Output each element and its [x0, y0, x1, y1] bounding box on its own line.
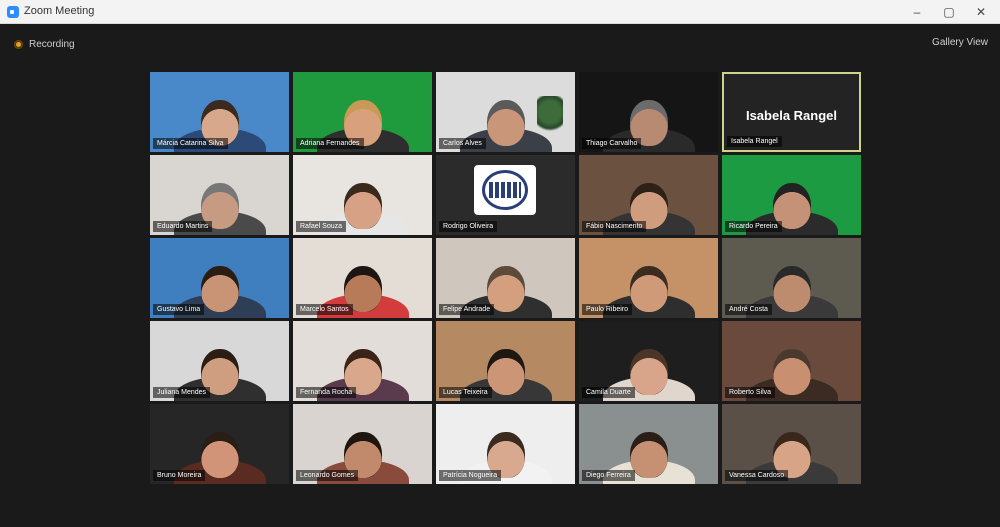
recording-indicator[interactable]: Recording	[14, 37, 75, 51]
participant-video-tile[interactable]: Márcia Catarina Silva	[150, 72, 289, 152]
participant-video-tile[interactable]: Diego Ferreira	[579, 404, 718, 484]
participant-name-label: Patrícia Nogueira	[439, 470, 502, 481]
participant-video-tile[interactable]: Fernanda Rocha	[293, 321, 432, 401]
participant-video-tile[interactable]: Thiago Carvalho	[579, 72, 718, 152]
participant-name-label: Ricardo Pereira	[725, 221, 782, 232]
participant-face	[486, 349, 525, 395]
minimize-button[interactable]: –	[904, 3, 930, 21]
participant-name-label: Rodrigo Oliveira	[439, 221, 498, 232]
participant-name-label: André Costa	[725, 304, 772, 315]
maximize-button[interactable]: ▢	[936, 3, 962, 21]
participant-name-label: Roberto Silva	[725, 387, 776, 398]
video-gallery-grid: Márcia Catarina Silva Adriana Fernandes Ca…	[150, 72, 865, 484]
participant-video-tile[interactable]: Paulo Ribeiro	[579, 238, 718, 318]
participant-video-tile[interactable]: Roberto Silva	[722, 321, 861, 401]
participant-name-label: Gustavo Lima	[153, 304, 205, 315]
participant-video-tile[interactable]: Felipe Andrade	[436, 238, 575, 318]
participant-video-tile[interactable]: Rodrigo Oliveira	[436, 155, 575, 235]
participant-video-tile[interactable]: Vanessa Cardoso	[722, 404, 861, 484]
participant-name-label: Rafael Souza	[296, 221, 347, 232]
participant-face	[772, 349, 811, 395]
participant-name-label: Márcia Catarina Silva	[153, 138, 228, 149]
participant-face	[629, 432, 668, 478]
participant-video-tile[interactable]: Leonardo Gomes	[293, 404, 432, 484]
participant-name-label: Isabela Rangel	[727, 136, 782, 147]
recording-label: Recording	[29, 38, 75, 50]
recording-icon	[14, 39, 23, 49]
participant-face	[772, 266, 811, 312]
participant-video-tile[interactable]: Eduardo Martins	[150, 155, 289, 235]
close-button[interactable]: ✕	[968, 3, 994, 21]
participant-face	[200, 432, 239, 478]
participant-video-tile[interactable]: Isabela Rangel Isabela Rangel	[722, 72, 861, 152]
participant-video-tile[interactable]: Adriana Fernandes	[293, 72, 432, 152]
participant-video-tile[interactable]: Marcelo Santos	[293, 238, 432, 318]
participant-video-tile[interactable]: André Costa	[722, 238, 861, 318]
participant-name-label: Paulo Ribeiro	[582, 304, 633, 315]
gallery-view-button[interactable]: Gallery View	[932, 37, 988, 48]
participant-video-tile[interactable]: Fábio Nascimento	[579, 155, 718, 235]
participant-video-tile[interactable]: Bruno Moreira	[150, 404, 289, 484]
participant-name-label: Fábio Nascimento	[582, 221, 647, 232]
participant-name-label: Camila Duarte	[582, 387, 635, 398]
plant-background	[537, 96, 563, 136]
participant-face	[629, 349, 668, 395]
window-title: Zoom Meeting	[24, 5, 95, 17]
participant-name-label: Bruno Moreira	[153, 470, 206, 481]
participant-name-label: Eduardo Martins	[153, 221, 213, 232]
camera-off-name: Isabela Rangel	[745, 108, 838, 123]
participant-name-label: Vanessa Cardoso	[725, 470, 789, 481]
participant-video-tile[interactable]: Camila Duarte	[579, 321, 718, 401]
participant-video-tile[interactable]: Lucas Teixeira	[436, 321, 575, 401]
participant-name-label: Felipe Andrade	[439, 304, 495, 315]
organization-logo	[474, 165, 536, 215]
participant-name-label: Juliana Mendes	[153, 387, 211, 398]
participant-face	[629, 266, 668, 312]
participant-face	[343, 183, 382, 229]
participant-video-tile[interactable]: Patrícia Nogueira	[436, 404, 575, 484]
participant-video-tile[interactable]: Gustavo Lima	[150, 238, 289, 318]
participant-video-tile[interactable]: Rafael Souza	[293, 155, 432, 235]
participant-video-tile[interactable]: Ricardo Pereira	[722, 155, 861, 235]
participant-name-label: Fernanda Rocha	[296, 387, 357, 398]
title-bar: Zoom Meeting – ▢ ✕	[0, 0, 1000, 24]
participant-face	[486, 100, 525, 146]
participant-name-label: Carlos Alves	[439, 138, 486, 149]
participant-name-label: Diego Ferreira	[582, 470, 635, 481]
participant-video-tile[interactable]: Juliana Mendes	[150, 321, 289, 401]
participant-name-label: Thiago Carvalho	[582, 138, 642, 149]
participant-name-label: Lucas Teixeira	[439, 387, 492, 398]
participant-face	[200, 266, 239, 312]
participant-name-label: Marcelo Santos	[296, 304, 353, 315]
participant-name-label: Adriana Fernandes	[296, 138, 364, 149]
zoom-app-icon	[7, 6, 19, 18]
participant-video-tile[interactable]: Carlos Alves	[436, 72, 575, 152]
participant-name-label: Leonardo Gomes	[296, 470, 359, 481]
